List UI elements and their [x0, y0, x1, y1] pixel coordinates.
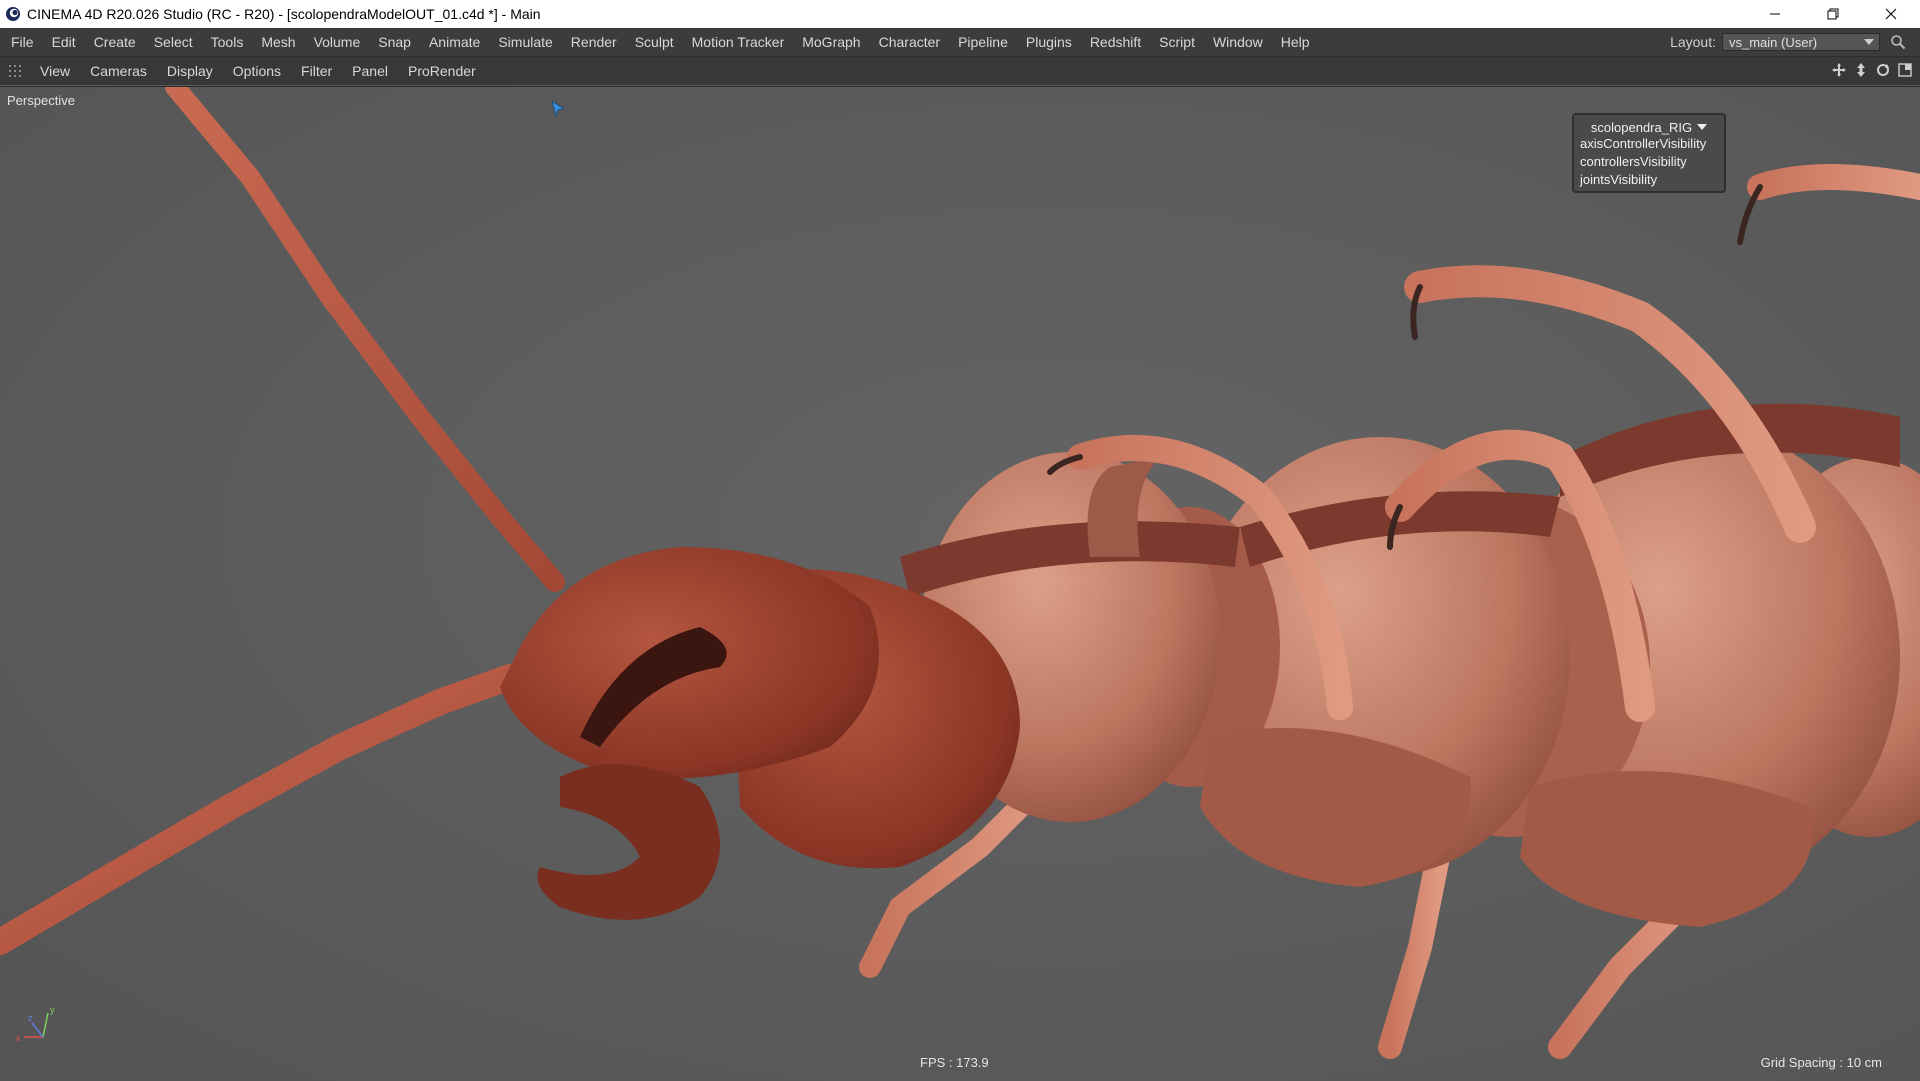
menu-pipeline[interactable]: Pipeline: [949, 34, 1017, 50]
dolly-view-button[interactable]: [1852, 61, 1870, 79]
menu-mograph[interactable]: MoGraph: [793, 34, 869, 50]
close-button[interactable]: [1862, 0, 1920, 28]
menu-sculpt[interactable]: Sculpt: [626, 34, 683, 50]
layout-selector-area: Layout: vs_main (User): [1670, 28, 1908, 56]
layout-dropdown[interactable]: vs_main (User): [1722, 33, 1880, 51]
menu-simulate[interactable]: Simulate: [489, 34, 561, 50]
centipede-render: [0, 87, 1920, 1081]
vp-menu-prorender[interactable]: ProRender: [398, 63, 486, 79]
chevron-down-icon: [1697, 124, 1708, 130]
title-bar: CINEMA 4D R20.026 Studio (RC - R20) - [s…: [0, 0, 1920, 28]
move-view-button[interactable]: [1830, 61, 1848, 79]
layout-dropdown-value: vs_main (User): [1729, 34, 1818, 50]
window-controls: [1746, 0, 1920, 28]
window-title: CINEMA 4D R20.026 Studio (RC - R20) - [s…: [27, 6, 541, 22]
world-axis-icon: y x z: [16, 1005, 55, 1043]
menu-plugins[interactable]: Plugins: [1017, 34, 1081, 50]
vp-menu-options[interactable]: Options: [223, 63, 291, 79]
rig-item-axis-controller-visibility[interactable]: axisControllerVisibility: [1578, 135, 1720, 153]
menu-file[interactable]: File: [0, 34, 43, 50]
menu-help[interactable]: Help: [1272, 34, 1319, 50]
menu-render[interactable]: Render: [562, 34, 626, 50]
menu-character[interactable]: Character: [870, 34, 949, 50]
maximize-view-button[interactable]: [1896, 61, 1914, 79]
menu-motion-tracker[interactable]: Motion Tracker: [683, 34, 794, 50]
viewport-menu-bar: View Cameras Display Options Filter Pane…: [0, 57, 1920, 85]
menu-animate[interactable]: Animate: [420, 34, 489, 50]
vp-menu-panel[interactable]: Panel: [342, 63, 398, 79]
menu-script[interactable]: Script: [1150, 34, 1204, 50]
rotate-view-button[interactable]: [1874, 61, 1892, 79]
chevron-down-icon: [1864, 39, 1874, 45]
main-menu-bar: File Edit Create Select Tools Mesh Volum…: [0, 28, 1920, 57]
cinema4d-logo-icon: [6, 7, 20, 21]
maximize-view-icon: [1898, 63, 1912, 77]
minimize-button[interactable]: [1746, 0, 1804, 28]
dolly-icon: [1857, 63, 1865, 77]
menu-volume[interactable]: Volume: [305, 34, 370, 50]
close-icon: [1885, 8, 1897, 20]
menu-redshift[interactable]: Redshift: [1081, 34, 1150, 50]
vp-menu-cameras[interactable]: Cameras: [80, 63, 157, 79]
svg-text:x: x: [16, 1033, 21, 1043]
restore-icon: [1827, 8, 1839, 20]
viewport-nav-icons: [1830, 61, 1914, 79]
layout-label: Layout:: [1670, 34, 1716, 50]
restore-button[interactable]: [1804, 0, 1862, 28]
minimize-icon: [1770, 13, 1780, 15]
menu-window[interactable]: Window: [1204, 34, 1272, 50]
menu-create[interactable]: Create: [85, 34, 145, 50]
menu-edit[interactable]: Edit: [43, 34, 85, 50]
rig-item-joints-visibility[interactable]: jointsVisibility: [1578, 171, 1720, 189]
fps-readout: FPS : 173.9: [920, 1055, 989, 1070]
menu-tools[interactable]: Tools: [202, 34, 253, 50]
rig-panel-title-text: scolopendra_RIG: [1590, 119, 1693, 135]
camera-label[interactable]: Perspective: [7, 93, 75, 108]
vp-menu-display[interactable]: Display: [157, 63, 223, 79]
command-search-button[interactable]: [1888, 32, 1908, 52]
panel-grip-icon[interactable]: [8, 64, 22, 78]
grid-spacing-readout: Grid Spacing : 10 cm: [1760, 1055, 1882, 1070]
menu-mesh[interactable]: Mesh: [252, 34, 304, 50]
move-view-icon: [1832, 63, 1846, 77]
search-icon: [1891, 35, 1906, 50]
svg-text:y: y: [50, 1005, 55, 1015]
svg-text:z: z: [28, 1013, 33, 1023]
menu-select[interactable]: Select: [145, 34, 202, 50]
menu-snap[interactable]: Snap: [369, 34, 420, 50]
vp-menu-view[interactable]: View: [30, 63, 80, 79]
rig-item-controllers-visibility[interactable]: controllersVisibility: [1578, 153, 1720, 171]
mouse-cursor-icon: [551, 99, 566, 118]
perspective-viewport[interactable]: Perspective scolopendra_RIG axisControll…: [0, 86, 1920, 1081]
vp-menu-filter[interactable]: Filter: [291, 63, 342, 79]
rotate-view-icon: [1877, 64, 1889, 76]
rig-panel-title[interactable]: scolopendra_RIG: [1578, 119, 1720, 135]
rig-user-data-panel[interactable]: scolopendra_RIG axisControllerVisibility…: [1572, 113, 1726, 193]
